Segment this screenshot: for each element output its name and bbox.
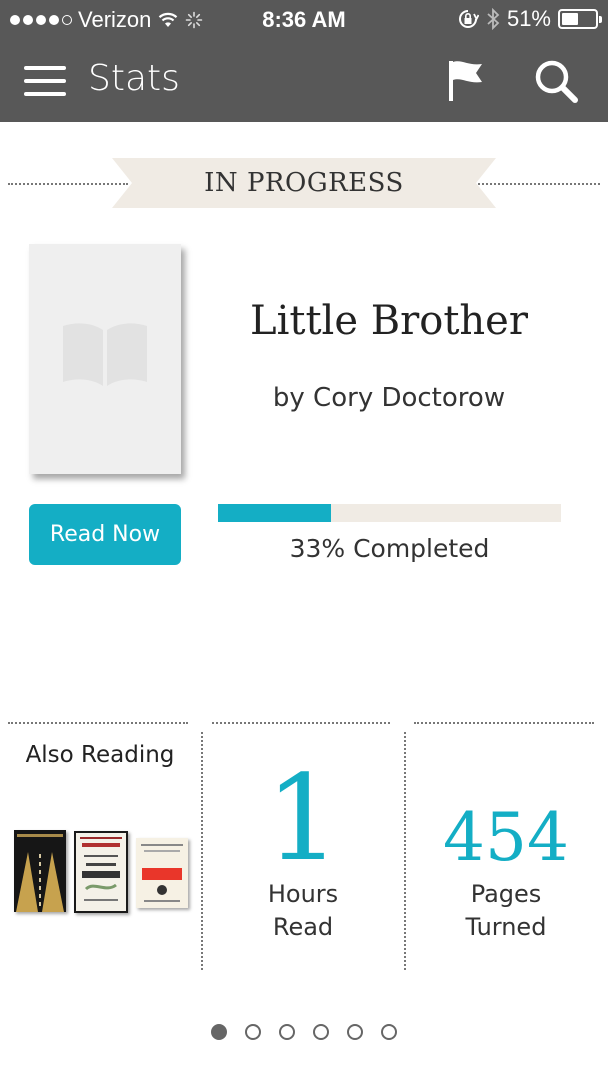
divider-hours xyxy=(212,722,390,724)
battery-percent: 51% xyxy=(506,6,551,31)
what-if-cover-art xyxy=(136,838,188,908)
also-reading-book-mastery[interactable] xyxy=(14,830,66,912)
status-bar: Verizon 8:36 AM 51% xyxy=(0,0,608,40)
divider-pages xyxy=(414,722,594,724)
minds-cover-art xyxy=(76,833,126,911)
progress-label: 33% Completed xyxy=(289,534,490,563)
book-author: by Cory Doctorow xyxy=(272,383,506,413)
hours-read-label: Hours Read xyxy=(203,878,403,944)
book-title: Little Brother xyxy=(250,298,528,344)
book-icon xyxy=(63,323,147,386)
also-reading-book-minds[interactable] xyxy=(74,831,128,913)
divider-also-reading xyxy=(8,722,188,724)
page-indicator[interactable] xyxy=(0,1024,608,1042)
menu-icon[interactable] xyxy=(24,66,66,96)
page-title: Stats xyxy=(88,58,180,99)
also-reading-title: Also Reading xyxy=(25,742,175,768)
progress-bar xyxy=(218,504,561,522)
page-dot[interactable] xyxy=(211,1024,227,1040)
mastery-cover-art xyxy=(14,830,66,912)
flag-icon[interactable] xyxy=(446,58,486,102)
section-title: IN PROGRESS xyxy=(204,168,404,198)
progress-fill xyxy=(218,504,332,522)
status-right: 51% xyxy=(457,6,602,32)
read-now-button[interactable]: Read Now xyxy=(29,504,181,565)
section-header: IN PROGRESS xyxy=(0,158,608,208)
page-dot[interactable] xyxy=(313,1024,329,1040)
hours-read-label-line1: Hours xyxy=(267,880,339,908)
also-reading-book-what-if[interactable] xyxy=(136,838,188,908)
page-dot[interactable] xyxy=(279,1024,295,1040)
nav-bar: Stats xyxy=(0,40,608,122)
page-dot[interactable] xyxy=(381,1024,397,1040)
page-dot[interactable] xyxy=(347,1024,363,1040)
pages-turned-label-line1: Pages xyxy=(470,880,542,908)
battery-icon xyxy=(558,9,602,29)
hours-read-value: 1 xyxy=(265,749,341,887)
pages-turned-label-line2: Turned xyxy=(465,913,547,941)
orientation-lock-icon xyxy=(458,10,479,28)
book-cover[interactable] xyxy=(29,244,181,474)
search-icon[interactable] xyxy=(533,58,579,104)
pages-turned-label: Pages Turned xyxy=(406,878,606,944)
pages-turned-value: 454 xyxy=(443,799,569,876)
hours-read-label-line2: Read xyxy=(272,913,334,941)
bluetooth-icon xyxy=(487,8,500,30)
page-dot[interactable] xyxy=(245,1024,261,1040)
